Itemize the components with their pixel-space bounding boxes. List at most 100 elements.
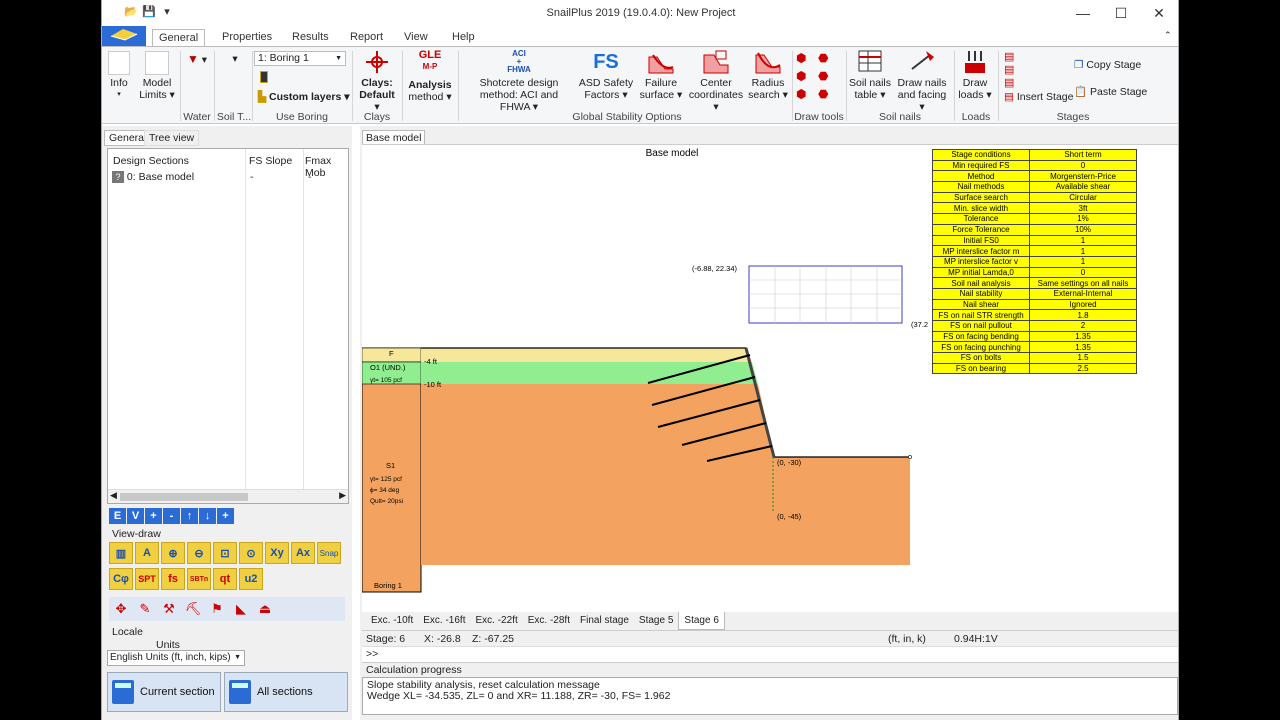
view-button[interactable]: V	[127, 508, 144, 524]
u2-button[interactable]: u2	[239, 568, 263, 590]
param-row: Nail shear Ignored	[932, 298, 1137, 311]
col-fs-slope: FS Slope	[249, 155, 293, 167]
failure-surface-button[interactable]: Failure surface ▾	[638, 49, 684, 101]
boring-icon	[260, 71, 268, 83]
copy-stage-button[interactable]: ❐ Copy Stage	[1074, 59, 1141, 71]
model-limits-button[interactable]: Model Limits ▾	[138, 51, 176, 101]
spt-button[interactable]: SPT	[135, 568, 159, 590]
analysis-method-button[interactable]: GLE M-P Analysis method ▾	[406, 49, 454, 103]
custom-layers-button[interactable]: ▙ Custom layers ▾	[258, 91, 350, 103]
soil-nails-table-button[interactable]: Soil nails table ▾	[848, 49, 892, 101]
col-design-sections: Design Sections	[113, 155, 189, 167]
boring-select[interactable]: 1: Boring 1 ▼	[254, 51, 346, 66]
param-label: Min required FS	[932, 159, 1030, 172]
layer-s1-label: S1	[386, 461, 395, 470]
layer-o1-label: O1 (UND.)	[370, 363, 406, 372]
draw-tool-4-icon[interactable]: ⬣	[818, 69, 840, 83]
zoom-out-icon[interactable]: ⊖	[187, 542, 211, 564]
title-bar: 📂 💾 ▾ SnailPlus 2019 (19.0.4.0): New Pro…	[102, 0, 1178, 26]
collapse-ribbon-icon[interactable]: ⌃	[1164, 30, 1172, 41]
stage-tab[interactable]: Exc. -22ft	[471, 612, 523, 630]
paste-stage-button[interactable]: 📋 Paste Stage	[1074, 85, 1147, 98]
all-sections-button[interactable]: All sections	[224, 672, 348, 712]
close-button[interactable]: ✕	[1140, 2, 1178, 24]
add-copy-button[interactable]: +	[217, 508, 234, 524]
ax-button[interactable]: Ax	[291, 542, 315, 564]
group-global-stability: Global Stability Options	[572, 111, 682, 123]
asd-safety-factors-button[interactable]: FS ASD Safety Factors ▾	[578, 49, 634, 101]
surface-tool-icon[interactable]: ◣	[231, 601, 251, 617]
coord-toe: (0, -30)	[777, 458, 802, 467]
tab-tree-view[interactable]: Tree view	[144, 130, 200, 146]
clays-default-button[interactable]: Clays: Default ▾	[356, 49, 398, 113]
stage-tab-active[interactable]: Stage 6	[678, 612, 725, 630]
param-label: Min. slice width	[932, 202, 1030, 215]
xy-button[interactable]: Xy	[265, 542, 289, 564]
add-button[interactable]: +	[145, 508, 162, 524]
draw-tool-5-icon[interactable]: ⬢	[796, 87, 818, 101]
radius-search-button[interactable]: Radius search ▾	[748, 49, 788, 101]
tab-help[interactable]: Help	[446, 29, 481, 47]
draw-tools-grid: ⬢ ⬣ ⬢ ⬣ ⬢ ⬣	[796, 51, 842, 101]
sbtn-button[interactable]: SBTn	[187, 568, 211, 590]
water-dropdown[interactable]: ▼ ▾	[182, 53, 212, 66]
stage-tab[interactable]: Exc. -10ft	[366, 612, 418, 630]
move-up-button[interactable]: ↑	[181, 508, 198, 524]
draw-tool-6-icon[interactable]: ⬣	[818, 87, 840, 101]
shotcrete-design-button[interactable]: ACI + FHWA Shotcrete design method: ACI a…	[464, 49, 574, 113]
param-label: FS on facing bending	[932, 330, 1030, 343]
tab-results[interactable]: Results	[286, 29, 335, 47]
tab-view[interactable]: View	[398, 29, 434, 47]
c-phi-button[interactable]: Cφ	[109, 568, 133, 590]
draw-nails-facing-button[interactable]: Draw nails and facing ▾	[894, 49, 950, 113]
param-label: Nail methods	[932, 181, 1030, 193]
current-section-button[interactable]: Current section	[107, 672, 221, 712]
center-coordinates-button[interactable]: Center coordinates ▾	[686, 49, 746, 113]
info-button[interactable]: Info ▾	[106, 51, 132, 101]
draw-tool-2-icon[interactable]: ⬣	[818, 51, 840, 65]
stage-tab[interactable]: Exc. -28ft	[523, 612, 575, 630]
move-icon[interactable]: ✥	[111, 601, 131, 617]
zoom-in-icon[interactable]: ⊕	[161, 542, 185, 564]
insert-stage-button[interactable]: ▤ Insert Stage	[1004, 91, 1073, 103]
draw-tool-1-icon[interactable]: ⬢	[796, 51, 818, 65]
command-input[interactable]: >>	[362, 646, 1178, 662]
cap-tool-icon[interactable]: ⏏	[255, 601, 275, 617]
units-select[interactable]: English Units (ft, inch, kips) ▼	[107, 650, 245, 666]
failure-surface-icon	[648, 54, 674, 74]
ruler-icon[interactable]: ▥	[109, 542, 133, 564]
load-tool-icon[interactable]: ⚑	[207, 601, 227, 617]
snap-button[interactable]: Snap	[317, 542, 341, 564]
draw-nail-icon[interactable]: ⛏	[183, 601, 203, 617]
param-row: FS on facing punching 1.35	[932, 341, 1137, 354]
nail-tool-icon[interactable]: ⚒	[159, 601, 179, 617]
tab-report[interactable]: Report	[344, 29, 389, 47]
stage-tab[interactable]: Final stage	[575, 612, 634, 630]
calculator-icon	[112, 680, 134, 704]
horizontal-scrollbar[interactable]: ◀ ▶	[108, 489, 348, 503]
table-row[interactable]: ? 0: Base model	[112, 171, 194, 184]
paste-icon: 📋	[1074, 86, 1088, 98]
stage-tab[interactable]: Stage 5	[634, 612, 678, 630]
move-down-button[interactable]: ↓	[199, 508, 216, 524]
view-draw-row2: Cφ SPT fs SBTn qt u2	[109, 568, 265, 590]
soil-dropdown[interactable]: ▾	[220, 53, 250, 65]
draw-tool-3-icon[interactable]: ⬢	[796, 69, 818, 83]
tab-properties[interactable]: Properties	[216, 29, 278, 47]
zoom-window-icon[interactable]: ⊙	[239, 542, 263, 564]
draw-loads-button[interactable]: Draw loads ▾	[956, 49, 994, 101]
param-label: MP interslice factor v	[932, 255, 1030, 268]
tab-general[interactable]: General	[152, 29, 206, 47]
maximize-button[interactable]: ☐	[1102, 2, 1140, 24]
minimize-button[interactable]: —	[1064, 2, 1102, 24]
stage-tab[interactable]: Exc. -16ft	[418, 612, 470, 630]
eraser-icon[interactable]: ✎	[135, 601, 155, 617]
model-canvas[interactable]: Base model (-6.88, 22.34) (37.2 (0, -30)…	[362, 144, 1178, 618]
edit-button[interactable]: E	[109, 508, 126, 524]
qt-button[interactable]: qt	[213, 568, 237, 590]
fs-button[interactable]: fs	[161, 568, 185, 590]
file-menu-button[interactable]	[102, 26, 146, 47]
zoom-extents-icon[interactable]: ⊡	[213, 542, 237, 564]
remove-button[interactable]: -	[163, 508, 180, 524]
text-tool-button[interactable]: A	[135, 542, 159, 564]
